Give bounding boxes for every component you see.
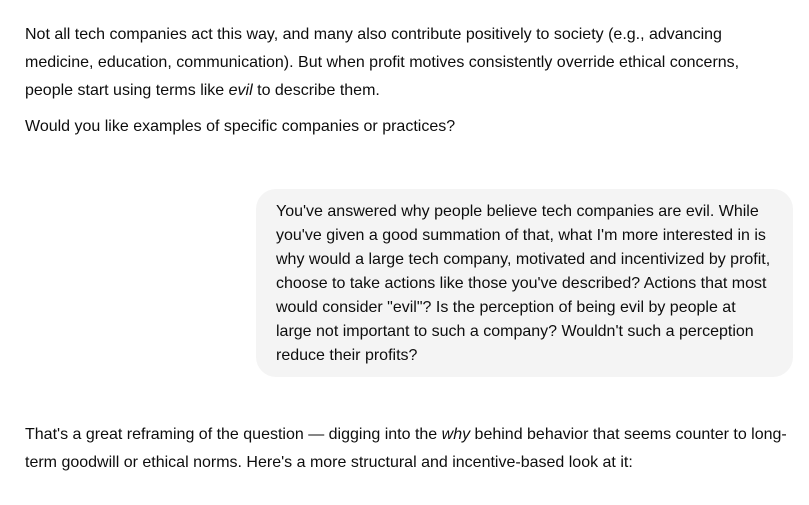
assistant-message-paragraph: Not all tech companies act this way, and… [25, 21, 775, 105]
assistant-message-paragraph: Would you like examples of specific comp… [25, 118, 456, 135]
assistant-text: That's a great reframing of the question… [25, 426, 442, 443]
user-message-bubble: You've answered why people believe tech … [256, 189, 793, 377]
assistant-text-emphasis: evil [228, 82, 253, 99]
assistant-text: to describe them. [252, 82, 380, 99]
user-message-text: You've answered why people believe tech … [276, 203, 771, 364]
assistant-text-emphasis: why [441, 426, 471, 443]
assistant-reply-paragraph: That's a great reframing of the question… [25, 421, 795, 477]
assistant-text: Not all tech companies act this way, and… [25, 26, 740, 99]
